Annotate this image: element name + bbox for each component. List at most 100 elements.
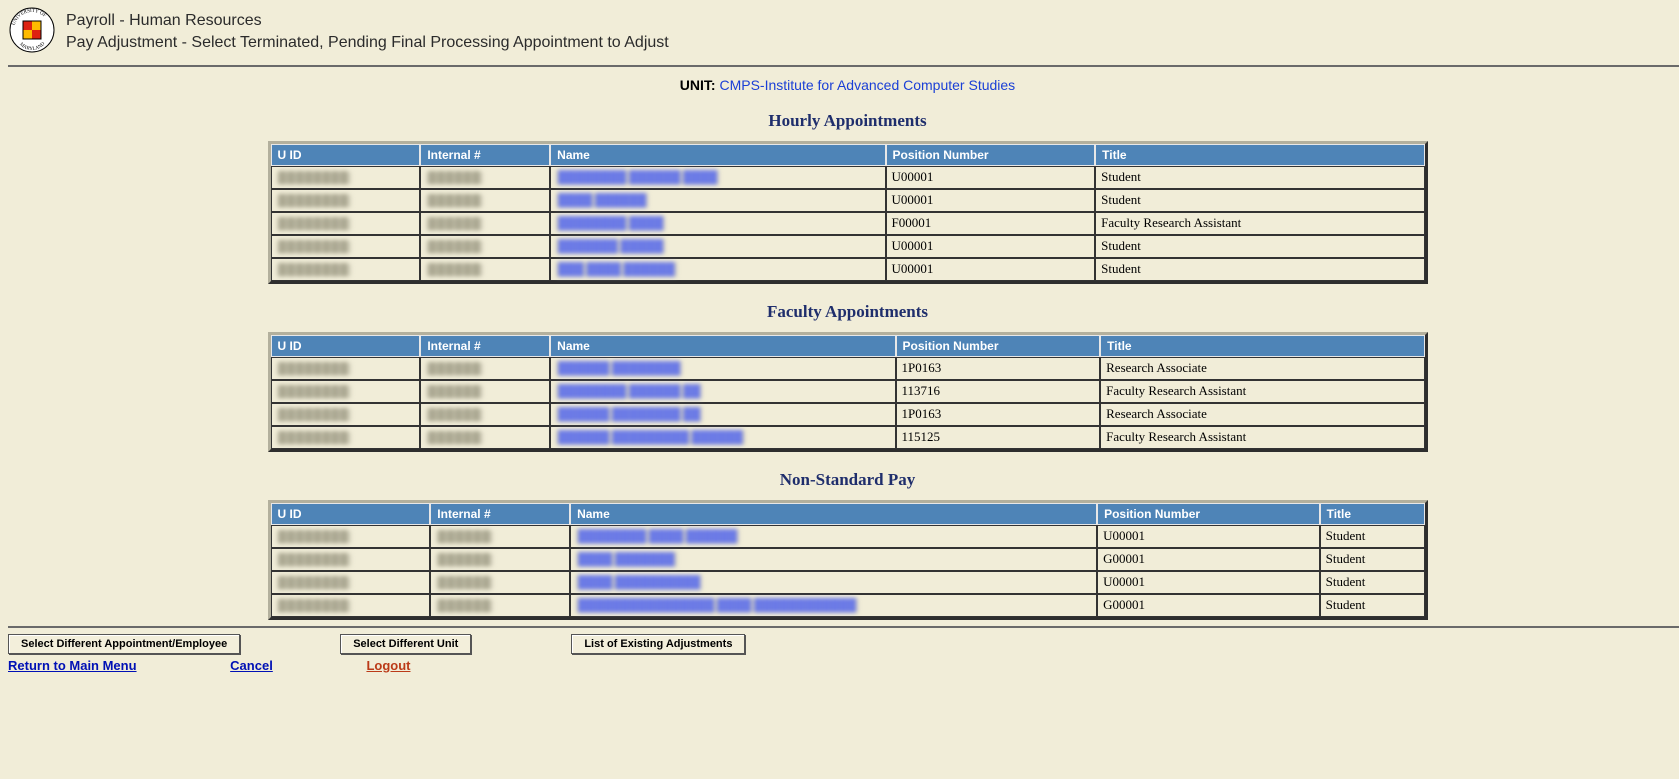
position-number-cell: U00001	[886, 235, 1096, 258]
position-number-cell: 1P0163	[896, 403, 1101, 426]
title-cell: Faculty Research Assistant	[1100, 380, 1424, 403]
position-number-cell: U00001	[886, 189, 1096, 212]
section-heading: Faculty Appointments	[8, 302, 1679, 322]
uid-cell: ████████	[271, 548, 431, 571]
column-header: Internal #	[430, 503, 570, 525]
column-header: Internal #	[420, 144, 550, 166]
name-cell[interactable]: ████████████████ ████ ████████████	[570, 594, 1097, 617]
return-to-main-menu-link[interactable]: Return to Main Menu	[8, 658, 137, 673]
page-title-1: Payroll - Human Resources	[66, 10, 669, 32]
select-different-unit-button[interactable]: Select Different Unit	[340, 634, 471, 654]
column-header: Position Number	[886, 144, 1096, 166]
internal-cell: ██████	[420, 166, 550, 189]
position-number-cell: U00001	[886, 166, 1096, 189]
page-title-2: Pay Adjustment - Select Terminated, Pend…	[66, 32, 669, 54]
name-cell[interactable]: ████ ██████████	[570, 571, 1097, 594]
page-header: UNIVERSITY OF MARYLAND Payroll - Human R…	[8, 4, 1679, 55]
column-header: Title	[1100, 335, 1424, 357]
section-heading: Hourly Appointments	[8, 111, 1679, 131]
title-cell: Student	[1320, 525, 1425, 548]
column-header: U ID	[271, 144, 421, 166]
internal-cell: ██████	[420, 403, 550, 426]
internal-cell: ██████	[430, 548, 570, 571]
uid-cell: ████████	[271, 426, 421, 449]
title-cell: Student	[1320, 571, 1425, 594]
internal-cell: ██████	[430, 525, 570, 548]
name-cell[interactable]: ████████ ████	[550, 212, 885, 235]
unit-link[interactable]: CMPS-Institute for Advanced Computer Stu…	[719, 77, 1015, 93]
university-seal-icon: UNIVERSITY OF MARYLAND	[8, 6, 56, 54]
position-number-cell: G00001	[1097, 594, 1320, 617]
uid-cell: ████████	[271, 235, 421, 258]
name-cell[interactable]: ███ ████ ██████	[550, 258, 885, 281]
divider	[8, 65, 1679, 67]
position-number-cell: 1P0163	[896, 357, 1101, 380]
column-header: U ID	[271, 335, 421, 357]
title-cell: Student	[1095, 166, 1424, 189]
uid-cell: ████████	[271, 189, 421, 212]
list-existing-adjustments-button[interactable]: List of Existing Adjustments	[571, 634, 745, 654]
uid-cell: ████████	[271, 403, 421, 426]
column-header: Internal #	[420, 335, 550, 357]
table-row: ██████████████████████████████ ████ ████…	[271, 594, 1425, 617]
uid-cell: ████████	[271, 380, 421, 403]
position-number-cell: F00001	[886, 212, 1096, 235]
position-number-cell: 113716	[896, 380, 1101, 403]
internal-cell: ██████	[420, 426, 550, 449]
table-row: ██████████████████████ ████ ██████U00001…	[271, 525, 1425, 548]
cancel-link[interactable]: Cancel	[230, 658, 273, 673]
name-cell[interactable]: ██████ ████████	[550, 357, 895, 380]
uid-cell: ████████	[271, 525, 431, 548]
uid-cell: ████████	[271, 594, 431, 617]
bottom-links: Return to Main Menu Cancel Logout	[8, 658, 1679, 673]
table-row: █████████████████████ █████U00001Student	[271, 235, 1425, 258]
internal-cell: ██████	[420, 212, 550, 235]
table-row: ████████████████████ ████████1P0163Resea…	[271, 357, 1425, 380]
name-cell[interactable]: ██████ ████████ ██	[550, 403, 895, 426]
table-row: ██████████████████████ ██████ ██113716Fa…	[271, 380, 1425, 403]
column-header: Position Number	[896, 335, 1101, 357]
table-row: ██████████████████ ███████G00001Student	[271, 548, 1425, 571]
title-cell: Faculty Research Assistant	[1100, 426, 1424, 449]
internal-cell: ██████	[420, 189, 550, 212]
title-cell: Faculty Research Assistant	[1095, 212, 1424, 235]
appointments-table: U IDInternal #NamePosition NumberTitle ██…	[268, 500, 1428, 620]
name-cell[interactable]: ████████ ██████ ████	[550, 166, 885, 189]
name-cell[interactable]: ████ ██████	[550, 189, 885, 212]
name-cell[interactable]: ██████ █████████ ██████	[550, 426, 895, 449]
section-heading: Non-Standard Pay	[8, 470, 1679, 490]
internal-cell: ██████	[430, 571, 570, 594]
logout-link[interactable]: Logout	[366, 658, 410, 673]
title-cell: Student	[1095, 258, 1424, 281]
name-cell[interactable]: ████████ ██████ ██	[550, 380, 895, 403]
table-row: ██████████████████████ ██████ ████U00001…	[271, 166, 1425, 189]
position-number-cell: U00001	[886, 258, 1096, 281]
name-cell[interactable]: ███████ █████	[550, 235, 885, 258]
appointments-table: U IDInternal #NamePosition NumberTitle██…	[268, 141, 1428, 284]
select-different-appointment-button[interactable]: Select Different Appointment/Employee	[8, 634, 240, 654]
column-header: U ID	[271, 503, 431, 525]
internal-cell: ██████	[420, 357, 550, 380]
table-row: ██████████████████ ██████U00001Student	[271, 189, 1425, 212]
position-number-cell: U00001	[1097, 525, 1320, 548]
uid-cell: ████████	[271, 258, 421, 281]
name-cell[interactable]: ████ ███████	[570, 548, 1097, 571]
internal-cell: ██████	[420, 380, 550, 403]
column-header: Title	[1095, 144, 1424, 166]
column-header: Name	[570, 503, 1097, 525]
unit-label: UNIT	[680, 77, 711, 93]
column-header: Title	[1320, 503, 1425, 525]
table-row: █████████████████ ████ ██████U00001Stude…	[271, 258, 1425, 281]
table-row: ██████████████████████ ████F00001Faculty…	[271, 212, 1425, 235]
column-header: Position Number	[1097, 503, 1320, 525]
internal-cell: ██████	[420, 258, 550, 281]
position-number-cell: G00001	[1097, 548, 1320, 571]
table-row: ██████████████████ ██████████U00001Stude…	[271, 571, 1425, 594]
name-cell[interactable]: ████████ ████ ██████	[570, 525, 1097, 548]
internal-cell: ██████	[430, 594, 570, 617]
unit-line: UNIT: CMPS-Institute for Advanced Comput…	[8, 77, 1679, 93]
title-cell: Student	[1320, 594, 1425, 617]
column-header: Name	[550, 144, 885, 166]
uid-cell: ████████	[271, 212, 421, 235]
position-number-cell: U00001	[1097, 571, 1320, 594]
